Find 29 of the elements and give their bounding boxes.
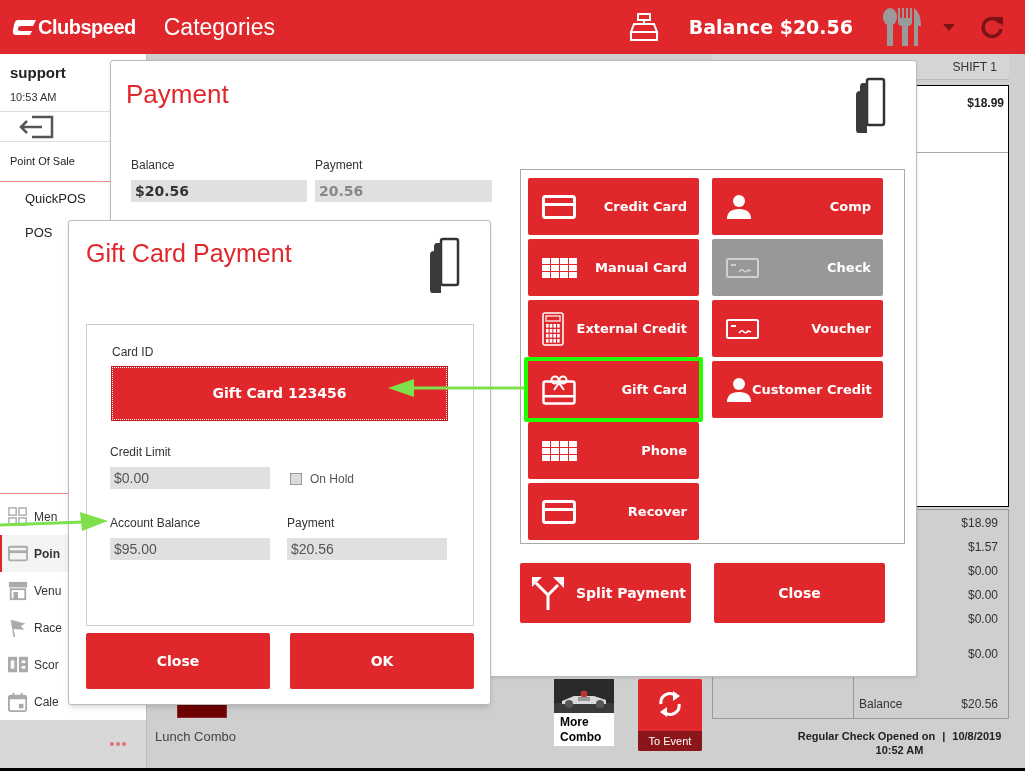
total-value: $0.00 [967,587,998,604]
shift-label: SHIFT 1 [952,59,997,76]
field-label: Account Balance [110,515,202,532]
total-value: $1.57 [967,539,998,556]
field-label: Credit Limit [110,444,172,461]
user-name: support [10,63,67,83]
check-opened-date: 10/8/2019 [952,729,1002,743]
balance-label: Balance [859,696,903,713]
balance-label: Balance $20.56 [688,14,853,40]
item-price: $18.99 [967,95,1004,112]
field-label: Payment [315,157,364,174]
separator: | [942,729,946,743]
dialog-title: Payment [126,78,229,111]
product-label: Lunch Combo [155,728,236,746]
balance-value: $20.56 [961,696,998,713]
check-opened-time: 10:52 AM [875,743,924,757]
page-title: Categories [163,12,275,42]
section-title: Point Of Sale [10,154,75,170]
total-value: $0.00 [967,563,998,580]
dialog-title: Gift Card Payment [86,238,292,269]
logo-text: Clubspeed [38,15,136,40]
total-value: $0.00 [967,646,998,663]
field-label: Balance [131,157,176,174]
field-label: Card ID [112,344,154,361]
field-label: Payment [287,515,336,532]
total-value: $18.99 [961,515,998,532]
clock-time: 10:53 AM [10,89,58,105]
total-value: $0.00 [967,611,998,628]
check-opened-label: Regular Check Opened on [797,729,936,743]
